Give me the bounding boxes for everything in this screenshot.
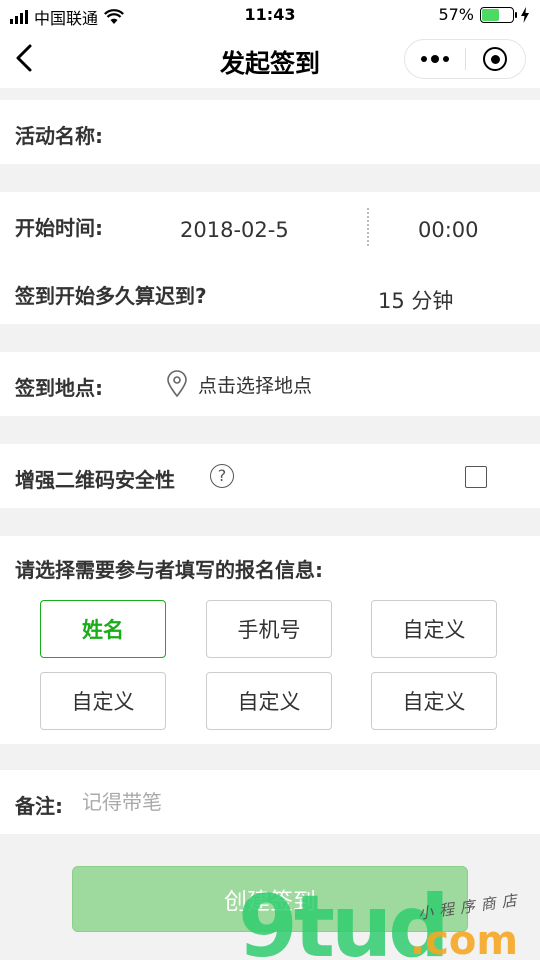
security-section: 增强二维码安全性 ? xyxy=(0,444,540,508)
security-checkbox[interactable] xyxy=(465,466,487,488)
activity-label: 活动名称: xyxy=(15,124,103,148)
close-miniprogram-button[interactable] xyxy=(466,40,526,78)
charging-icon xyxy=(521,6,529,23)
remark-section: 备注: xyxy=(0,770,540,834)
activity-name-input[interactable] xyxy=(120,112,520,152)
late-threshold-picker[interactable]: 15 分钟 xyxy=(378,285,453,315)
location-section: 签到地点: 点击选择地点 xyxy=(0,352,540,416)
field-option-custom-1[interactable]: 自定义 xyxy=(371,600,497,658)
start-time-picker[interactable]: 00:00 xyxy=(418,218,479,242)
location-picker[interactable]: 点击选择地点 xyxy=(166,370,312,398)
registration-label: 请选择需要参与者填写的报名信息: xyxy=(15,558,323,582)
more-dots-icon xyxy=(420,56,427,62)
miniprogram-capsule xyxy=(404,39,526,79)
battery-percent: 57% xyxy=(438,5,474,24)
field-option-phone[interactable]: 手机号 xyxy=(206,600,332,658)
help-icon[interactable]: ? xyxy=(210,464,234,488)
status-right: 57% xyxy=(438,5,530,24)
status-bar: 中国联通 11:43 57% xyxy=(0,0,540,30)
security-label: 增强二维码安全性 xyxy=(15,468,175,492)
target-icon xyxy=(483,47,508,71)
remark-input[interactable] xyxy=(82,784,512,822)
field-option-custom-4[interactable]: 自定义 xyxy=(371,672,497,730)
remark-label: 备注: xyxy=(15,794,63,818)
late-threshold-label: 签到开始多久算迟到? xyxy=(15,284,207,308)
location-label: 签到地点: xyxy=(15,376,103,400)
nav-bar: 发起签到 xyxy=(0,30,540,88)
field-option-name[interactable]: 姓名 xyxy=(40,600,166,658)
field-option-custom-2[interactable]: 自定义 xyxy=(40,672,166,730)
battery-icon xyxy=(480,6,517,23)
start-time-label: 开始时间: xyxy=(15,216,103,240)
more-button[interactable] xyxy=(405,40,465,78)
field-option-custom-3[interactable]: 自定义 xyxy=(206,672,332,730)
schedule-section: 开始时间: 2018-02-5 00:00 签到开始多久算迟到? 15 分钟 xyxy=(0,192,540,324)
activity-section: 活动名称: xyxy=(0,100,540,164)
start-date-picker[interactable]: 2018-02-5 xyxy=(180,218,289,242)
create-signin-button[interactable]: 创建签到 xyxy=(72,866,468,932)
location-placeholder: 点击选择地点 xyxy=(198,374,313,397)
location-pin-icon xyxy=(167,370,187,398)
time-divider xyxy=(367,208,369,246)
registration-section: 请选择需要参与者填写的报名信息: 姓名 手机号 自定义 自定义 自定义 自定义 xyxy=(0,536,540,744)
